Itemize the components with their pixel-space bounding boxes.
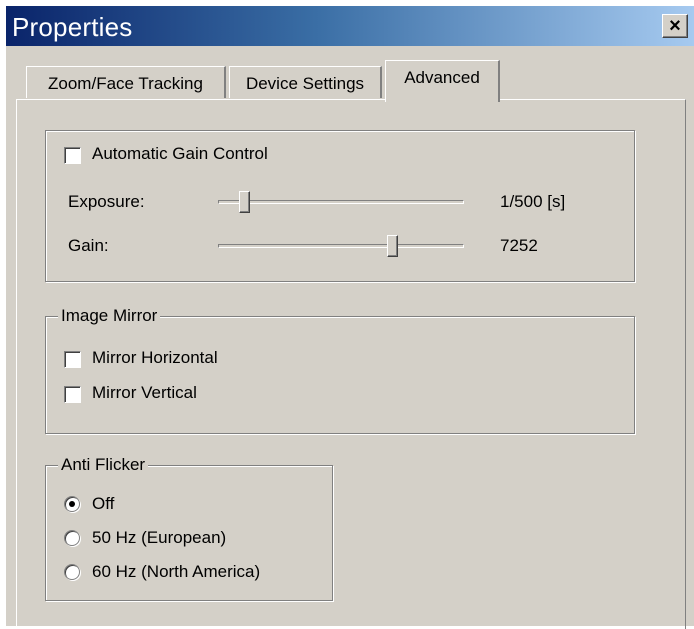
exposure-slider-track[interactable] xyxy=(218,200,464,204)
exposure-slider-thumb[interactable] xyxy=(239,191,251,213)
anti-flicker-group: Anti Flicker Off 50 Hz (European) 60 Hz … xyxy=(45,455,333,601)
advanced-tab-panel: Automatic Gain Control Exposure: 1/500 [… xyxy=(16,99,686,629)
image-mirror-legend: Image Mirror xyxy=(58,306,161,326)
gain-value: 7252 xyxy=(500,236,538,255)
radio-60hz[interactable] xyxy=(64,564,80,580)
gain-label: Gain: xyxy=(68,236,109,255)
properties-dialog: Properties × Zoom/Face Tracking Device S… xyxy=(6,6,694,629)
radio-off[interactable] xyxy=(64,496,80,512)
radio-off-label: Off xyxy=(92,494,115,513)
tab-advanced[interactable]: Advanced xyxy=(385,60,500,102)
title-bar[interactable]: Properties × xyxy=(6,6,694,46)
mirror-vertical-checkbox[interactable] xyxy=(64,386,81,403)
radio-selected-dot xyxy=(69,501,75,507)
mirror-horizontal-checkbox[interactable] xyxy=(64,351,81,368)
agc-checkbox[interactable] xyxy=(64,147,81,164)
close-icon: × xyxy=(669,15,681,37)
mirror-vertical-label: Mirror Vertical xyxy=(92,383,197,402)
agc-label: Automatic Gain Control xyxy=(92,144,268,163)
exposure-value: 1/500 [s] xyxy=(500,192,566,211)
radio-60hz-label: 60 Hz (North America) xyxy=(92,562,261,581)
anti-flicker-legend: Anti Flicker xyxy=(58,455,149,475)
exposure-label: Exposure: xyxy=(68,192,145,211)
radio-50hz-label: 50 Hz (European) xyxy=(92,528,227,547)
tab-zoom-face-tracking[interactable]: Zoom/Face Tracking xyxy=(26,66,226,98)
window-title: Properties xyxy=(12,12,133,42)
tab-device-settings[interactable]: Device Settings xyxy=(229,66,382,98)
gain-slider-thumb[interactable] xyxy=(387,235,399,257)
gain-slider-track[interactable] xyxy=(218,244,464,248)
close-button[interactable]: × xyxy=(662,14,688,38)
mirror-horizontal-label: Mirror Horizontal xyxy=(92,348,218,367)
image-mirror-group: Image Mirror Mirror Horizontal Mirror Ve… xyxy=(45,306,635,434)
radio-50hz[interactable] xyxy=(64,530,80,546)
gain-exposure-group: Automatic Gain Control Exposure: 1/500 [… xyxy=(45,130,635,282)
